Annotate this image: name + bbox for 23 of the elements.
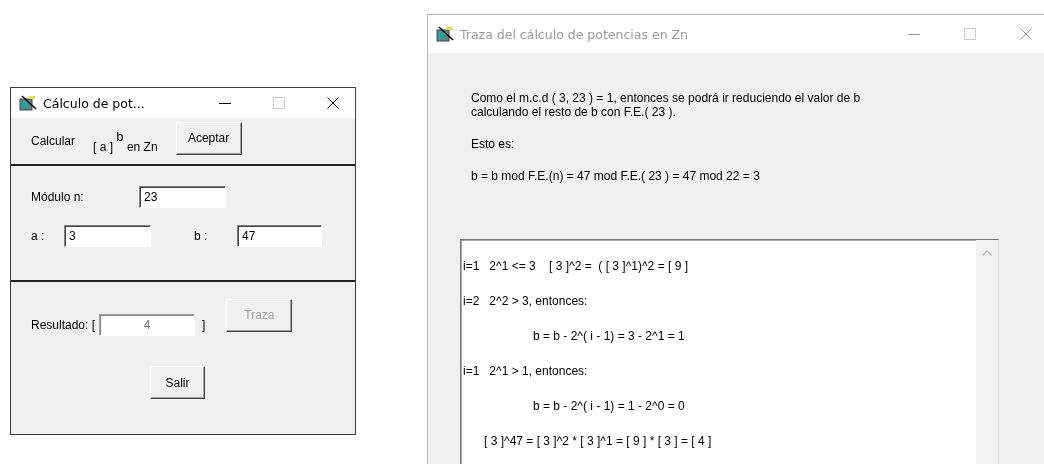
- button[interactable]: Salir: [150, 366, 205, 399]
- label: b :: [194, 229, 209, 243]
- paragraph: b = b mod F.E.(n) = 47 mod F.E.( 23 ) = 47 mod 22 = 3: [471, 169, 761, 183]
- input-field[interactable]: 23: [139, 186, 226, 208]
- label: Módulo n:: [31, 190, 85, 204]
- text-line: i=1 2^1 > 1, entonces:: [463, 364, 589, 378]
- label: Resultado: [: [31, 318, 96, 332]
- input-field[interactable]: 47: [237, 225, 322, 247]
- button[interactable]: Aceptar: [175, 121, 242, 155]
- text-line: b = b - 2^( i - 1) = 3 - 2^1 = 1: [532, 329, 686, 343]
- input-field[interactable]: 3: [64, 225, 151, 247]
- input-field[interactable]: 4: [99, 314, 196, 336]
- window-title: Traza del cálculo de potencias en Zn: [460, 26, 688, 42]
- label: a :: [31, 229, 46, 243]
- text-line: [ 3 ]^47 = [ 3 ]^2 * [ 3 ]^1 = [ 9 ] * [ 3 ] = [ 4 ]: [483, 434, 713, 448]
- paragraph: Esto es:: [471, 137, 516, 151]
- text-line: b = b - 2^( i - 1) = 1 - 2^0 = 0: [532, 399, 686, 413]
- paragraph: Como el m.c.d ( 3, 23 ) = 1, entonces se podrá ir reduciendo el valor de b calculando el resto de b con F.E.( 23 ).: [471, 91, 862, 119]
- label: Calcular: [31, 134, 75, 148]
- window-title: Cálculo de pot...: [43, 95, 145, 111]
- text-line: i=1 2^1 <= 3 [ 3 ]^2 = ( [ 3 ]^1)^2 = [ 9 ]: [463, 259, 689, 273]
- label: ]: [202, 318, 206, 332]
- text-line: i=2 2^2 > 3, entonces:: [463, 294, 589, 308]
